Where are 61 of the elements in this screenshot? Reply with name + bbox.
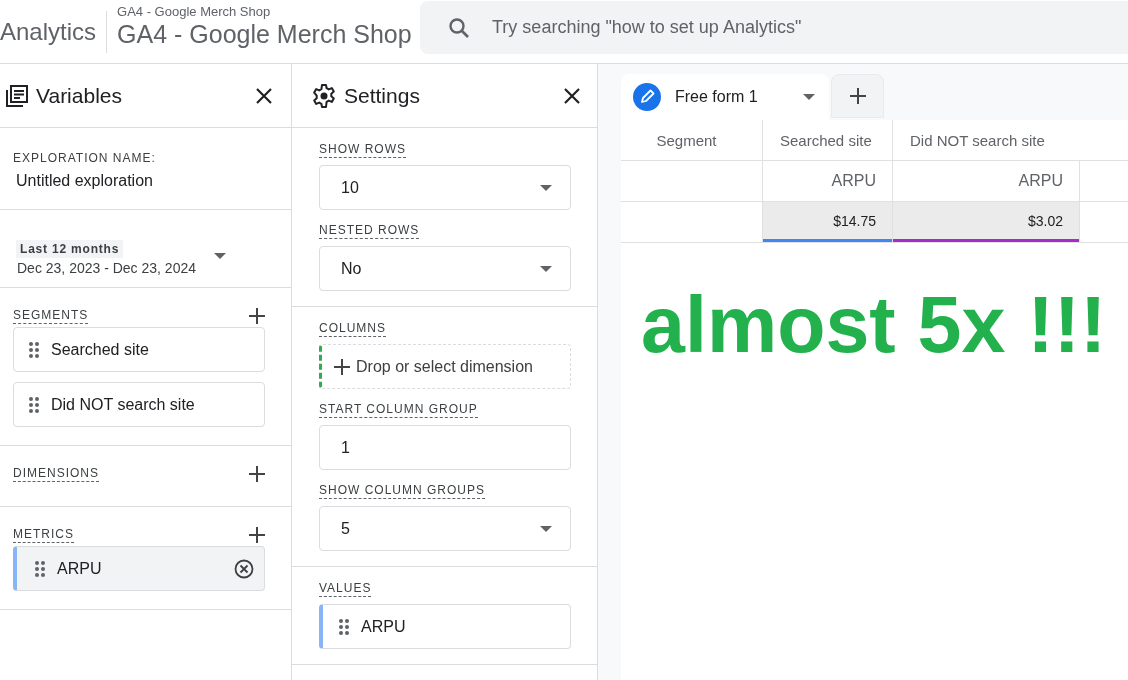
product-name: Analytics xyxy=(0,10,108,53)
document-icon xyxy=(6,84,28,107)
field-label: NESTED ROWS xyxy=(319,223,420,239)
close-icon[interactable] xyxy=(563,86,581,105)
drop-zone[interactable]: Drop or select dimension xyxy=(319,344,571,389)
caret-icon xyxy=(540,265,552,272)
caret-icon[interactable] xyxy=(803,94,815,100)
field-label: SHOW COLUMN GROUPS xyxy=(319,483,485,499)
column-header: Searched site xyxy=(763,120,893,160)
field-label: SHOW ROWS xyxy=(319,142,406,158)
account-name: GA4 - Google Merch Shop xyxy=(117,4,272,19)
property-name[interactable]: GA4 - Google Merch Shop xyxy=(117,19,421,49)
search-icon[interactable] xyxy=(448,16,471,39)
section-label: DIMENSIONS xyxy=(13,466,99,482)
metric-header: ARPU xyxy=(893,161,1080,201)
drag-handle-icon[interactable] xyxy=(29,341,39,358)
field-label: COLUMNS xyxy=(319,321,386,337)
plus-icon xyxy=(849,88,866,104)
column-header: Did NOT search site xyxy=(909,130,1046,151)
search-field[interactable]: Try searching "how to set up Analytics" xyxy=(490,16,1128,39)
field-label: START COLUMN GROUP xyxy=(319,402,478,418)
input-field[interactable]: 1 xyxy=(319,425,571,470)
tab[interactable]: Free form 1 xyxy=(621,74,829,120)
settings-icon xyxy=(312,83,336,108)
close-icon[interactable] xyxy=(255,86,273,105)
metric-chip[interactable]: ARPU xyxy=(13,546,265,591)
exploration-name[interactable]: Untitled exploration xyxy=(16,172,265,190)
table-cell: $3.02 xyxy=(893,202,1079,239)
segment-chip[interactable]: Searched site xyxy=(13,327,265,372)
dropdown[interactable]: No xyxy=(319,246,571,291)
segment-chip[interactable]: Did NOT search site xyxy=(13,382,265,427)
annotation-text: almost 5x !!! xyxy=(641,279,1108,371)
field-label: EXPLORATION NAME: xyxy=(13,151,156,166)
panel-title: Settings xyxy=(344,83,420,108)
field-label: VALUES xyxy=(319,581,372,597)
section-label: SEGMENTS xyxy=(13,308,89,324)
plus-icon[interactable] xyxy=(249,466,265,482)
panel-title: Variables xyxy=(36,83,122,108)
drag-handle-icon[interactable] xyxy=(35,560,45,577)
column-header: Segment xyxy=(621,120,763,160)
caret-icon xyxy=(540,525,552,532)
date-range-picker[interactable]: Last 12 months Dec 23, 2023 - Dec 23, 2024 xyxy=(0,210,291,288)
dropdown[interactable]: 5 xyxy=(319,506,571,551)
search-bar[interactable]: Try searching "how to set up Analytics" xyxy=(420,1,1128,54)
drag-handle-icon[interactable] xyxy=(29,396,39,413)
caret-icon xyxy=(214,252,226,259)
date-preset: Last 12 months xyxy=(16,240,124,258)
metric-header: ARPU xyxy=(763,161,893,201)
caret-icon xyxy=(540,184,552,191)
plus-icon[interactable] xyxy=(249,527,265,543)
plus-icon[interactable] xyxy=(249,308,265,324)
metric-chip[interactable]: ARPU xyxy=(319,604,571,649)
add-tab-button[interactable] xyxy=(831,74,884,118)
drag-handle-icon[interactable] xyxy=(339,618,349,635)
plus-icon xyxy=(334,358,350,375)
dropdown[interactable]: 10 xyxy=(319,165,571,210)
section-label: METRICS xyxy=(13,527,74,543)
pencil-icon xyxy=(633,83,661,111)
date-range: Dec 23, 2023 - Dec 23, 2024 xyxy=(17,260,196,276)
table-cell: $14.75 xyxy=(763,202,892,239)
remove-icon[interactable] xyxy=(234,558,254,579)
